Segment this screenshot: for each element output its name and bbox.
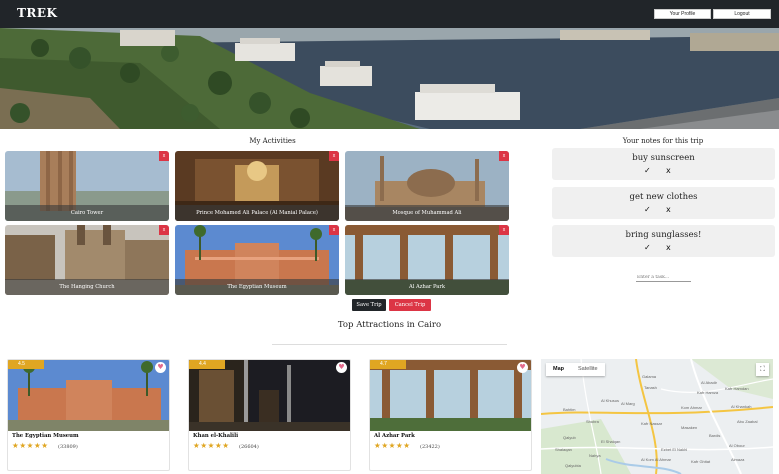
remove-activity-button[interactable]: x [499,151,509,161]
map-place-label: Kafr Nassar [641,421,663,426]
map-place-label: Kom Ahmar [681,405,702,410]
new-task-input[interactable] [636,273,691,282]
attraction-name: Al Azhar Park [374,433,415,439]
map-place-label: Masaken [681,425,698,430]
cancel-trip-button[interactable]: Cancel Trip [389,299,431,311]
activity-label: Mosque of Muhammad Ali [345,205,509,221]
review-count: (33809) [58,444,78,450]
map-place-label: Abu Zaabal [737,419,758,424]
remove-activity-button[interactable]: x [329,225,339,235]
activity-card-hanging-church[interactable]: x The Hanging Church [5,225,169,295]
rating-badge: 4.5 [8,360,44,369]
my-activities-title: My Activities [249,137,296,145]
navbar: TREK Your Profile Logout [0,0,779,28]
activity-card-mosque-muhammad-ali[interactable]: x Mosque of Muhammad Ali [345,151,509,221]
note-text: buy sunscreen [632,153,695,163]
activity-label: The Egyptian Museum [175,279,339,295]
map-place-label: Al Obour [729,443,745,448]
delete-note-icon[interactable]: x [666,205,671,214]
note-item: buy sunscreen [552,148,775,180]
map-place-label: Almaza [731,457,745,462]
activity-label: Al Azhar Park [345,279,509,295]
map-place-label: Ezbet El Nakhl [661,447,688,452]
rating-badge: 4.7 [370,360,406,369]
map-place-label: Tanash [644,385,657,390]
note-text: bring sunglasses! [625,230,702,240]
remove-activity-button[interactable]: x [329,151,339,161]
delete-note-icon[interactable]: x [666,166,671,175]
map-place-label: Al Kom Al Ahmar [641,457,672,462]
remove-activity-button[interactable]: x [159,225,169,235]
map-place-label: Bardis [709,433,721,438]
map-place-label: Qalyub [563,435,576,440]
review-count: (23422) [420,444,440,450]
note-text: get new clothes [629,192,698,202]
map-place-label: Shubra [586,419,599,424]
attraction-name: The Egyptian Museum [12,433,79,439]
check-icon[interactable]: ✓ [644,166,651,175]
review-count: (26604) [239,444,259,450]
map-place-label: Kafr Ghitat [691,459,711,464]
map-place-label: Galama [642,374,657,379]
activity-label: The Hanging Church [5,279,169,295]
star-rating: ★★★★★ [12,441,49,450]
check-icon[interactable]: ✓ [644,205,651,214]
map-type-tabs: Map Satellite [546,363,605,376]
remove-activity-button[interactable]: x [159,151,169,161]
your-profile-button[interactable]: Your Profile [654,9,711,19]
map-place-label: Al Khankah [731,404,752,409]
attraction-card-al-azhar-park[interactable]: 4.7 ♥ Al Azhar Park ★★★★★ (23422) [369,359,532,471]
attraction-card-khan-el-khalili[interactable]: 4.4 ♥ Khan el-Khalili ★★★★★ (26604) [188,359,351,471]
top-attractions-title: Top Attractions in Cairo [337,320,442,330]
hero-image-nile [0,28,779,129]
satellite-tab[interactable]: Satellite [571,363,605,376]
activity-card-egyptian-museum[interactable]: x The Egyptian Museum [175,225,339,295]
save-trip-button[interactable]: Save Trip [352,299,386,311]
note-item: bring sunglasses! [552,225,775,257]
map-place-label: Kafr Hamza [697,390,719,395]
map-place-label: Nahya [589,453,601,458]
check-icon[interactable]: ✓ [644,243,651,252]
map-place-label: Qalyubia [565,463,581,468]
map-place-label: Al Marg [621,401,635,406]
note-item: get new clothes [552,187,775,219]
map-place-label: Bahtim [563,407,576,412]
heart-icon[interactable]: ♥ [517,362,528,373]
map-tab[interactable]: Map [546,363,571,376]
section-divider [272,344,507,345]
map-widget[interactable]: Galama Tanash Al Abadir Kafr Hamza Al Kh… [541,359,773,474]
activity-card-al-azhar-park[interactable]: x Al Azhar Park [345,225,509,295]
attraction-card-egyptian-museum[interactable]: 4.5 ♥ The Egyptian Museum ★★★★★ (33809) [7,359,170,471]
star-rating: ★★★★★ [374,441,411,450]
remove-activity-button[interactable]: x [499,225,509,235]
map-place-label: El Shalqan [601,439,621,444]
heart-icon[interactable]: ♥ [336,362,347,373]
delete-note-icon[interactable]: x [666,243,671,252]
notes-title: Your notes for this trip [622,137,704,145]
activity-card-cairo-tower[interactable]: x Cairo Tower [5,151,169,221]
map-place-label: Shalaqan [555,447,572,452]
star-rating: ★★★★★ [193,441,230,450]
activity-label: Cairo Tower [5,205,169,221]
map-place-label: Al Khusus [601,398,620,403]
rating-badge: 4.4 [189,360,225,369]
brand-logo[interactable]: TREK [17,6,57,20]
attraction-name: Khan el-Khalili [193,433,239,439]
activity-card-manial-palace[interactable]: x Prince Mohamed Ali Palace (Al Manial P… [175,151,339,221]
map-place-label: Kafr Hamdan [725,386,749,391]
activity-label: Prince Mohamed Ali Palace (Al Manial Pal… [175,205,339,221]
logout-button[interactable]: Logout [713,9,771,19]
map-place-label: Al Abadir [701,380,718,385]
heart-icon[interactable]: ♥ [155,362,166,373]
fullscreen-icon[interactable]: ⛶ [756,363,769,376]
